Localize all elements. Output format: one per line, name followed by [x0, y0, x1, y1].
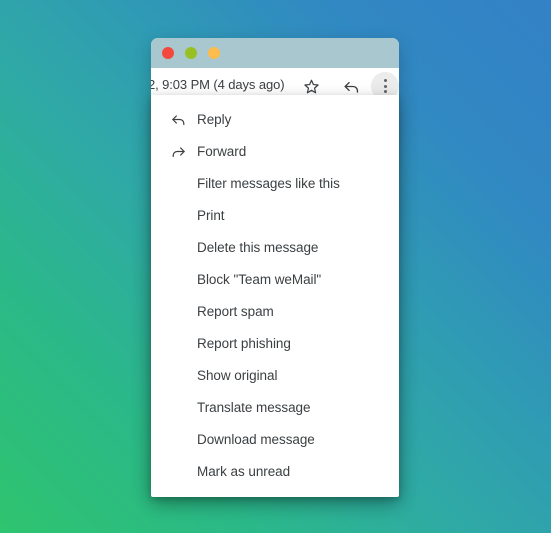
menu-item-label: Reply: [197, 111, 232, 127]
menu-item-download-message[interactable]: Download message: [151, 423, 399, 455]
menu-item-print[interactable]: Print: [151, 199, 399, 231]
menu-item-label: Block "Team weMail": [197, 271, 322, 287]
more-vertical-icon: [383, 79, 387, 93]
more-options-menu: Reply Forward Filter messages like this …: [151, 95, 399, 497]
menu-item-filter-messages-like-this[interactable]: Filter messages like this: [151, 167, 399, 199]
reply-arrow-icon: [169, 110, 187, 128]
forward-arrow-icon: [169, 142, 187, 160]
zoom-window-button[interactable]: [208, 47, 220, 59]
menu-item-forward[interactable]: Forward: [151, 135, 399, 167]
menu-item-mark-as-unread[interactable]: Mark as unread: [151, 455, 399, 487]
close-window-button[interactable]: [162, 47, 174, 59]
menu-item-label: Report phishing: [197, 335, 291, 351]
menu-item-label: Show original: [197, 367, 278, 383]
reply-arrow-icon: [342, 77, 361, 96]
star-outline-icon: [303, 78, 320, 95]
window-title-bar[interactable]: [151, 38, 399, 68]
menu-item-label: Report spam: [197, 303, 274, 319]
menu-item-show-original[interactable]: Show original: [151, 359, 399, 391]
menu-item-label: Print: [197, 207, 225, 223]
menu-item-reply[interactable]: Reply: [151, 103, 399, 135]
menu-item-delete-this-message[interactable]: Delete this message: [151, 231, 399, 263]
menu-item-block-sender[interactable]: Block "Team weMail": [151, 263, 399, 295]
message-timestamp: 2, 9:03 PM (4 days ago): [151, 77, 285, 92]
menu-item-translate-message[interactable]: Translate message: [151, 391, 399, 423]
menu-item-label: Mark as unread: [197, 463, 291, 479]
menu-item-label: Filter messages like this: [197, 175, 340, 191]
menu-item-label: Download message: [197, 431, 315, 447]
menu-item-report-spam[interactable]: Report spam: [151, 295, 399, 327]
menu-item-report-phishing[interactable]: Report phishing: [151, 327, 399, 359]
minimize-window-button[interactable]: [185, 47, 197, 59]
menu-item-label: Delete this message: [197, 239, 319, 255]
menu-item-label: Translate message: [197, 399, 311, 415]
menu-item-label: Forward: [197, 143, 247, 159]
